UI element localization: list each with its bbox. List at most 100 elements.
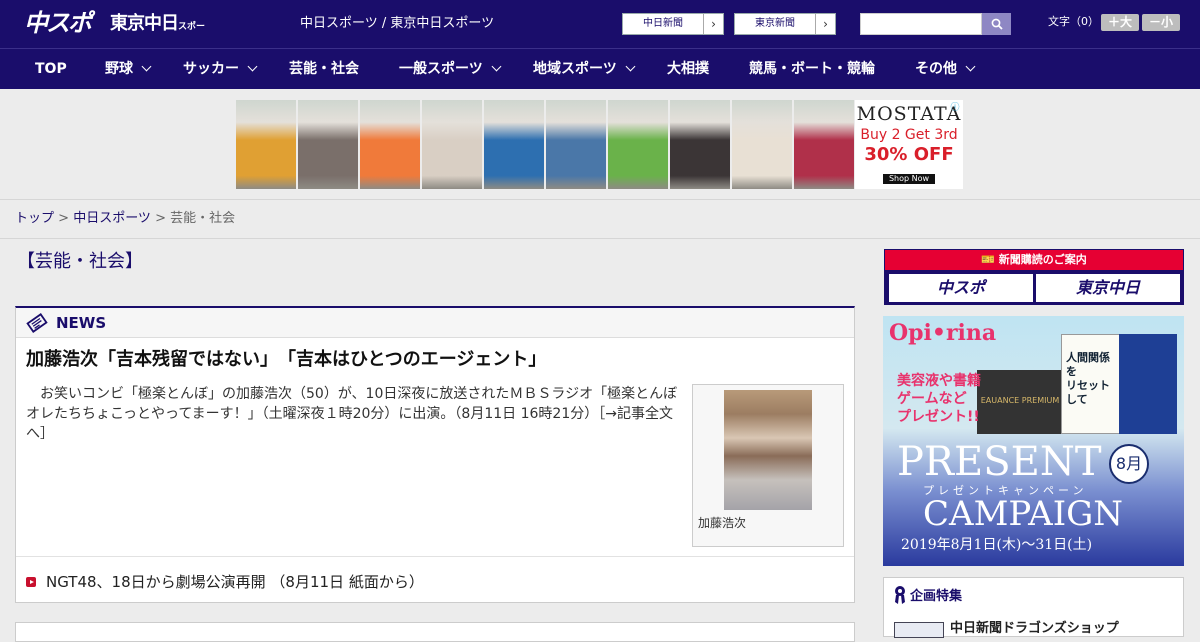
news-list-item[interactable]: NGT48、18日から劇場公演再開 （8月11日 紙面から） <box>46 572 424 592</box>
nav-item-label: 競馬・ボート・競輪 <box>749 61 875 77</box>
nav-item-soccer[interactable]: サッカー <box>183 49 258 90</box>
book-image: 人間関係を リセットして <box>1061 334 1121 434</box>
adchoices-icon[interactable]: ⓘ <box>949 102 961 114</box>
ticket-icon: 🎫 <box>981 253 999 266</box>
breadcrumb-current: 芸能・社会 <box>170 211 236 226</box>
campaign-heading: CAMPAIGN <box>923 494 1124 534</box>
ad-banner-area: ⓘ MOSTATA Buy 2 Get 3rd 30% OFF Shop Now <box>0 89 1200 200</box>
ad-product-photo[interactable] <box>794 100 854 189</box>
article-headline[interactable]: 加藤浩次「吉本残留ではない」 「吉本はひとつのエージェント」 <box>26 348 546 372</box>
month-badge: 8月 <box>1109 444 1149 484</box>
breadcrumb-sep: > <box>150 211 171 226</box>
mostata-ad[interactable]: ⓘ MOSTATA Buy 2 Get 3rd 30% OFF Shop Now <box>855 100 963 189</box>
ad-product-photo[interactable] <box>670 100 730 189</box>
ad-shop-now-button[interactable]: Shop Now <box>882 174 936 184</box>
article-summary: お笑いコンビ「極楽とんぼ」の加藤浩次（50）が、10日深夜に放送されたＭＢＳラジ… <box>26 384 691 444</box>
ad-product-photo[interactable] <box>298 100 358 189</box>
breadcrumb: トップ > 中日スポーツ > 芸能・社会 <box>15 210 235 228</box>
tokyo-chunichi-logo[interactable]: 東京中日スポーツ <box>110 11 208 61</box>
site-names: 中日スポーツ / 東京中日スポーツ <box>300 16 495 31</box>
divider <box>0 238 1200 239</box>
photo-caption: 加藤浩次 <box>698 516 747 530</box>
news-label: NEWS <box>56 314 107 332</box>
nav-item-racing[interactable]: 競馬・ボート・競輪 <box>749 49 875 90</box>
font-larger-button[interactable]: ＋大 <box>1101 14 1139 31</box>
campaign-date: 2019年8月1日(木)〜31日(土) <box>901 537 1093 553</box>
ext-link-label: 東京新聞 <box>755 18 795 29</box>
nav-item-label: TOP <box>35 61 67 77</box>
chevron-down-icon <box>965 61 976 72</box>
nav-item-entertainment[interactable]: 芸能・社会 <box>289 49 359 90</box>
nav-item-others[interactable]: その他 <box>915 49 976 90</box>
ext-link-label: 中日新聞 <box>643 18 683 29</box>
chevron-right-icon: › <box>815 14 835 34</box>
tokyo-shimbun-link[interactable]: 東京新聞 › <box>734 13 836 35</box>
font-size-label: 文字（0） <box>1048 15 1099 28</box>
game-image <box>1119 334 1177 434</box>
divider <box>16 556 854 557</box>
newspaper-icon <box>26 313 48 333</box>
font-smaller-button[interactable]: －小 <box>1142 14 1180 31</box>
chunichi-shimbun-link[interactable]: 中日新聞 › <box>622 13 724 35</box>
nav-item-label: 地域スポーツ <box>533 61 617 77</box>
site-header: 中スポ 東京中日スポーツ 中日スポーツ / 東京中日スポーツ 中日新聞 › 東京… <box>0 0 1200 61</box>
article-body-text: お笑いコンビ「極楽とんぼ」の加藤浩次（50）が、10日深夜に放送されたＭＢＳラジ… <box>26 386 692 422</box>
breadcrumb-sep: > <box>54 211 74 226</box>
nav-item-label: 大相撲 <box>667 61 709 77</box>
nav-item-top[interactable]: TOP <box>35 49 67 90</box>
nav-item-label: その他 <box>915 61 957 77</box>
ribbon-icon <box>895 586 905 604</box>
product-image: EAUANCE PREMIUM <box>977 370 1063 434</box>
breadcrumb-top-link[interactable]: トップ <box>15 211 54 226</box>
chevron-down-icon <box>141 61 152 72</box>
nav-item-general-sports[interactable]: 一般スポーツ <box>399 49 502 90</box>
tokyo-logo-text: 東京中日 <box>110 13 179 34</box>
news-header: NEWS <box>16 308 854 338</box>
breadcrumb-site-link[interactable]: 中日スポーツ <box>73 211 151 226</box>
ad-product-photo[interactable] <box>236 100 296 189</box>
chuspo-logo[interactable]: 中スポ <box>24 8 100 38</box>
nav-item-label: 野球 <box>105 61 133 77</box>
ad-product-photo[interactable] <box>546 100 606 189</box>
nav-item-label: 一般スポーツ <box>399 61 483 77</box>
ad-product-photo[interactable] <box>422 100 482 189</box>
chevron-down-icon <box>247 61 258 72</box>
search-button[interactable] <box>982 13 1011 35</box>
nav-item-baseball[interactable]: 野球 <box>105 49 152 90</box>
next-section <box>15 622 855 642</box>
subscription-title-text: 新聞購読のご案内 <box>998 253 1087 266</box>
present-campaign-ad[interactable]: Opi•rina EAUANCE PREMIUM 人間関係を リセットして 美容… <box>883 316 1184 566</box>
present-heading: PRESENT <box>897 439 1102 485</box>
planning-item-link[interactable]: 中日新聞ドラゴンズショップ <box>950 621 1119 637</box>
ad-product-photo[interactable] <box>360 100 420 189</box>
bullet-play-icon <box>26 577 36 587</box>
ad-discount: 30% OFF <box>864 144 954 165</box>
search-icon <box>991 18 1003 30</box>
ad-brand: MOSTATA <box>856 103 962 125</box>
subscription-banner[interactable]: 🎫 新聞購読のご案内 中スポ 東京中日 <box>884 249 1184 305</box>
ad-product-photo[interactable] <box>484 100 544 189</box>
opirina-logo: Opi•rina <box>889 320 997 346</box>
nav-item-label: サッカー <box>183 61 239 77</box>
planning-label: 企画特集 <box>910 589 963 604</box>
article-photo <box>724 390 812 510</box>
nav-item-regional-sports[interactable]: 地域スポーツ <box>533 49 636 90</box>
article-photo-card[interactable]: 加藤浩次 <box>692 384 844 547</box>
ad-offer-line: Buy 2 Get 3rd <box>860 127 958 143</box>
ad-product-photo[interactable] <box>608 100 668 189</box>
nav-item-sumo[interactable]: 大相撲 <box>667 49 709 90</box>
chevron-down-icon <box>625 61 636 72</box>
nav-item-label: 芸能・社会 <box>289 61 359 77</box>
ad-product-photo[interactable] <box>732 100 792 189</box>
subscribe-chuspo-logo[interactable]: 中スポ <box>889 274 1033 302</box>
page-title: 【芸能・社会】 <box>17 251 143 272</box>
product-label: EAUANCE PREMIUM <box>980 396 1060 405</box>
planning-feature-box: 企画特集 中日新聞ドラゴンズショップ <box>883 577 1184 638</box>
news-section: NEWS 加藤浩次「吉本残留ではない」 「吉本はひとつのエージェント」 お笑いコ… <box>15 306 855 603</box>
subscribe-tokyo-logo[interactable]: 東京中日 <box>1036 274 1180 302</box>
main-nav: TOP 野球 サッカー 芸能・社会 一般スポーツ 地域スポーツ 大相撲 競馬・ボ… <box>0 48 1200 89</box>
chevron-down-icon <box>491 61 502 72</box>
subscription-title: 🎫 新聞購読のご案内 <box>885 250 1183 270</box>
planning-thumbnail[interactable] <box>894 622 944 638</box>
search-input[interactable] <box>860 13 982 35</box>
